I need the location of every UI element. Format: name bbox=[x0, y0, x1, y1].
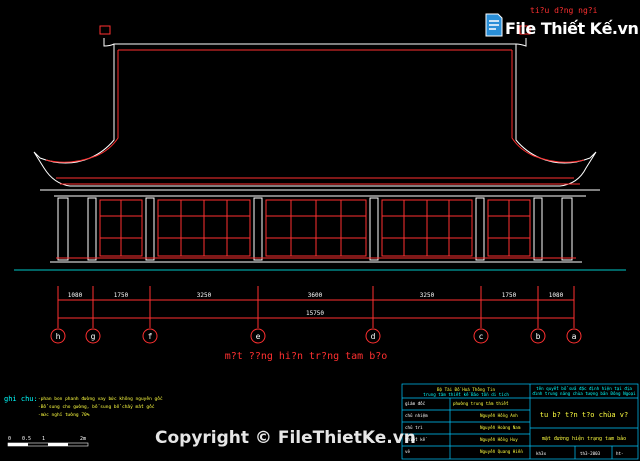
axis-label: b bbox=[536, 332, 541, 341]
dim-label: 1750 bbox=[114, 292, 129, 299]
axis-label: d bbox=[371, 332, 376, 341]
cad-drawing-canvas: 1080 1750 3250 3600 3250 1750 1080 15750… bbox=[4, 25, 639, 460]
scale-label: 1 bbox=[42, 436, 45, 442]
tb-role: chủ nhiệm bbox=[405, 413, 428, 418]
tb-code: kh3x bbox=[536, 451, 547, 456]
dim-label: 3250 bbox=[197, 292, 212, 299]
axis-label: f bbox=[148, 332, 153, 341]
dim-total: 15750 bbox=[306, 310, 324, 317]
tb-project: đình trung năng chùa tượng bản Đông Ngoạ… bbox=[532, 391, 636, 396]
scale-label: 0 bbox=[8, 436, 11, 442]
scale-label: 0.5 bbox=[22, 436, 31, 442]
tb-sheet-title: tu b? t?n t?o chùa v? bbox=[540, 411, 629, 419]
note-line: -phan bon phanh đường vay bức không nguy… bbox=[38, 395, 163, 402]
tb-date: th3-2003 bbox=[580, 451, 601, 456]
title-block-text: Bộ Tài Đồ Hoá Thông Tin trung tâm thiết … bbox=[405, 386, 636, 456]
notes: ghi chu: -phan bon phanh đường vay bức k… bbox=[4, 395, 163, 418]
dim-label: 1080 bbox=[549, 292, 564, 299]
tb-head: trung tâm thiết kế Bảo tồn di tích bbox=[423, 392, 509, 397]
roof bbox=[33, 38, 600, 197]
axis-label: g bbox=[91, 332, 96, 341]
brand-name: File Thiết Kế.vn bbox=[505, 19, 639, 38]
note-line: -Bổ sung cho gường, bổ sung bổ chấy mất … bbox=[38, 403, 155, 410]
tb-name: Nguyễn Hồng Anh bbox=[480, 413, 518, 418]
tb-name: Nguyễn Hoàng Nam bbox=[480, 425, 521, 430]
dimension-labels: 1080 1750 3250 3600 3250 1750 1080 15750 bbox=[68, 292, 564, 317]
dim-label: 1080 bbox=[68, 292, 83, 299]
brand-logo-icon bbox=[485, 13, 503, 37]
note-line: -mức nghỉ tường 70% bbox=[38, 411, 90, 418]
copyright-watermark: Copyright © FileThietKe.vn bbox=[155, 428, 416, 448]
tb-role: vẽ bbox=[405, 449, 411, 454]
axis-label: c bbox=[479, 332, 484, 341]
scale-label: 2m bbox=[80, 436, 86, 442]
dim-label: 3250 bbox=[420, 292, 435, 299]
tb-sheet: ht- bbox=[616, 451, 624, 456]
notes-title: ghi chu: bbox=[4, 395, 38, 403]
tb-role: giám đốc bbox=[405, 401, 426, 406]
tb-drawing-name: mặt đường hiện trạng tam bảo bbox=[542, 435, 626, 442]
axis-label: e bbox=[256, 332, 261, 341]
drawing-title: m?t ??ng hi?n tr?ng tam b?o bbox=[225, 351, 388, 362]
tb-name: Nguyễn Hồng Huy bbox=[480, 437, 518, 442]
dim-label: 3600 bbox=[308, 292, 323, 299]
axis-label: h bbox=[56, 332, 61, 341]
corner-text: ti?u d?ng ng?i bbox=[530, 6, 598, 15]
axis-labels: h g f e d c b a bbox=[56, 332, 577, 341]
tb-name: Nguyễn Quang Hiền bbox=[480, 449, 523, 454]
scale-bar: 0 0.5 1 2m bbox=[7, 436, 89, 447]
axis-label: a bbox=[572, 332, 577, 341]
facade bbox=[14, 197, 626, 271]
tb-name: phường trung tâm thiết bbox=[453, 401, 509, 406]
axis-markers bbox=[50, 328, 582, 344]
dim-label: 1750 bbox=[502, 292, 517, 299]
roof-finial bbox=[99, 25, 531, 35]
